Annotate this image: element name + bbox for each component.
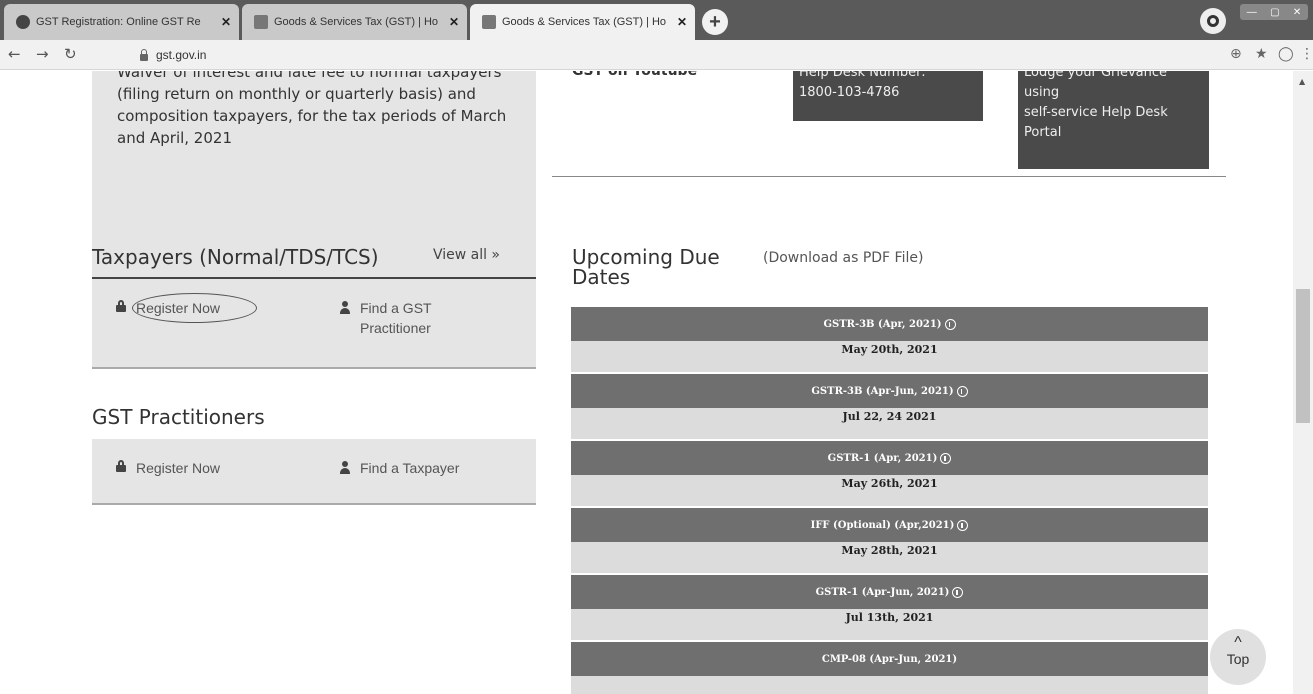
youtube-link[interactable]: GST on Youtube xyxy=(572,71,772,83)
due-date-row: May 26th, 2021 xyxy=(571,475,1208,508)
browser-tab-1[interactable]: GST Registration: Online GST Re ✕ xyxy=(4,4,239,40)
due-date: Jul 13th, 2021 xyxy=(845,611,934,624)
tab-title: Goods & Services Tax (GST) | Ho xyxy=(502,16,667,28)
due-form-name: GSTR-3B (Apr-Jun, 2021) xyxy=(811,385,954,397)
grievance-text-3: self-service Help Desk xyxy=(1024,105,1168,120)
practitioner-register-link[interactable]: Register Now xyxy=(116,458,220,478)
top-label: Top xyxy=(1226,651,1250,667)
find-practitioner-label-1: Find a GST xyxy=(360,300,432,316)
download-icon[interactable] xyxy=(956,385,968,397)
due-date-row: Jul 13th, 2021 xyxy=(571,609,1208,642)
zoom-icon[interactable]: ⊕ xyxy=(1230,46,1242,62)
grievance-text-2: using xyxy=(1024,85,1060,100)
highlight-circle xyxy=(132,293,257,323)
chevron-up-icon: ^ xyxy=(1234,634,1242,651)
due-form-row[interactable]: GSTR-1 (Apr-Jun, 2021) xyxy=(571,575,1208,609)
web-page: Waiver of interest and late fee to norma… xyxy=(0,71,1313,694)
menu-icon[interactable]: ⋮ xyxy=(1300,46,1313,62)
user-icon xyxy=(340,301,350,314)
download-icon[interactable] xyxy=(952,586,964,598)
close-icon[interactable]: ✕ xyxy=(677,15,687,29)
helpdesk-number: 1800-103-4786 xyxy=(799,85,900,100)
due-date-row: Jul 22, 24 2021 xyxy=(571,408,1208,441)
browser-toolbar: ← → ↻ gst.gov.in ⊕ ★ ◯ ⋮ xyxy=(0,40,1313,70)
forward-icon[interactable]: → xyxy=(36,45,49,63)
tab-title: GST Registration: Online GST Re xyxy=(36,16,201,28)
grievance-text-4: Portal xyxy=(1024,125,1062,140)
find-practitioner-link[interactable]: Find a GST Practitioner xyxy=(340,298,432,338)
practitioner-register-label: Register Now xyxy=(136,460,221,476)
browser-tab-bar: GST Registration: Online GST Re ✕ Goods … xyxy=(0,0,1313,40)
due-date: Jul 22, 24 2021 xyxy=(842,410,937,423)
new-tab-button[interactable]: + xyxy=(702,9,728,35)
browser-tab-3[interactable]: Goods & Services Tax (GST) | Ho ✕ xyxy=(470,4,695,40)
close-icon[interactable]: ✕ xyxy=(449,15,459,29)
due-form-row[interactable]: GSTR-3B (Apr, 2021) xyxy=(571,307,1208,341)
due-date-row: May 20th, 2021 xyxy=(571,341,1208,374)
due-form-row[interactable]: GSTR-1 (Apr, 2021) xyxy=(571,441,1208,475)
due-date: May 26th, 2021 xyxy=(841,477,938,490)
taxpayers-heading: Taxpayers (Normal/TDS/TCS) xyxy=(92,245,379,269)
due-date-row xyxy=(571,676,1208,694)
find-taxpayer-label: Find a Taxpayer xyxy=(360,460,460,476)
grievance-text-1: Lodge your Grievance xyxy=(1024,71,1168,80)
due-dates-table: GSTR-3B (Apr, 2021) May 20th, 2021 GSTR-… xyxy=(571,307,1208,694)
due-form-row[interactable]: GSTR-3B (Apr-Jun, 2021) xyxy=(571,374,1208,408)
emblem-icon xyxy=(254,15,268,29)
due-date-row: May 28th, 2021 xyxy=(571,542,1208,575)
practitioners-heading: GST Practitioners xyxy=(92,405,265,429)
extension-icon[interactable]: ◯ xyxy=(1278,46,1294,62)
taxpayers-panel: Register Now Find a GST Practitioner xyxy=(92,279,536,369)
due-date: May 20th, 2021 xyxy=(841,343,938,356)
window-controls[interactable]: — ▢ ✕ xyxy=(1240,4,1308,20)
close-icon[interactable]: ✕ xyxy=(221,15,231,29)
reload-icon[interactable]: ↻ xyxy=(64,45,77,63)
back-icon[interactable]: ← xyxy=(8,45,21,63)
lock-icon xyxy=(116,460,126,472)
scroll-up-icon[interactable]: ▲ xyxy=(1299,77,1305,86)
lock-icon xyxy=(116,300,126,312)
scrollbar[interactable]: ▲ xyxy=(1293,71,1313,694)
download-icon[interactable] xyxy=(940,452,952,464)
profile-icon[interactable] xyxy=(1200,8,1226,34)
due-form-row[interactable]: CMP-08 (Apr-Jun, 2021) xyxy=(571,642,1208,676)
user-icon xyxy=(340,461,350,474)
tab-title: Goods & Services Tax (GST) | Ho xyxy=(274,16,439,28)
practitioners-panel: Register Now Find a Taxpayer xyxy=(92,439,536,505)
due-dates-heading-line-1: Upcoming Due xyxy=(572,245,720,269)
helpdesk-label: Help Desk Number: xyxy=(799,71,926,80)
helpdesk-box: Help Desk Number: 1800-103-4786 xyxy=(793,71,983,121)
view-all-link[interactable]: View all » xyxy=(433,247,500,263)
url-text: gst.gov.in xyxy=(156,48,207,62)
download-icon[interactable] xyxy=(957,519,969,531)
due-date: May 28th, 2021 xyxy=(841,544,938,557)
download-pdf-link[interactable]: (Download as PDF File) xyxy=(763,250,923,266)
back-to-top-button[interactable]: ^ Top xyxy=(1210,629,1266,685)
due-form-name: IFF (Optional) (Apr,2021) xyxy=(810,519,955,531)
news-item[interactable]: Waiver of interest and late fee to norma… xyxy=(117,71,527,149)
lock-icon xyxy=(140,48,148,61)
globe-icon xyxy=(16,15,30,29)
due-dates-heading-line-2: Dates xyxy=(572,265,631,289)
due-form-name: GSTR-3B (Apr, 2021) xyxy=(823,318,942,330)
due-dates-heading: Upcoming Due Dates xyxy=(572,247,752,287)
scroll-thumb[interactable] xyxy=(1296,289,1310,423)
due-form-name: CMP-08 (Apr-Jun, 2021) xyxy=(821,653,958,665)
address-bar[interactable]: gst.gov.in xyxy=(140,44,1200,66)
browser-tab-2[interactable]: Goods & Services Tax (GST) | Ho ✕ xyxy=(242,4,467,40)
due-form-name: GSTR-1 (Apr, 2021) xyxy=(827,452,938,464)
download-icon[interactable] xyxy=(944,318,956,330)
emblem-icon xyxy=(482,15,496,29)
bookmark-star-icon[interactable]: ★ xyxy=(1255,46,1268,62)
due-form-row[interactable]: IFF (Optional) (Apr,2021) xyxy=(571,508,1208,542)
grievance-box[interactable]: Lodge your Grievance using self-service … xyxy=(1018,71,1209,169)
due-form-name: GSTR-1 (Apr-Jun, 2021) xyxy=(815,586,950,598)
divider xyxy=(552,176,1226,177)
find-taxpayer-link[interactable]: Find a Taxpayer xyxy=(340,458,459,478)
find-practitioner-label-2: Practitioner xyxy=(360,320,431,336)
